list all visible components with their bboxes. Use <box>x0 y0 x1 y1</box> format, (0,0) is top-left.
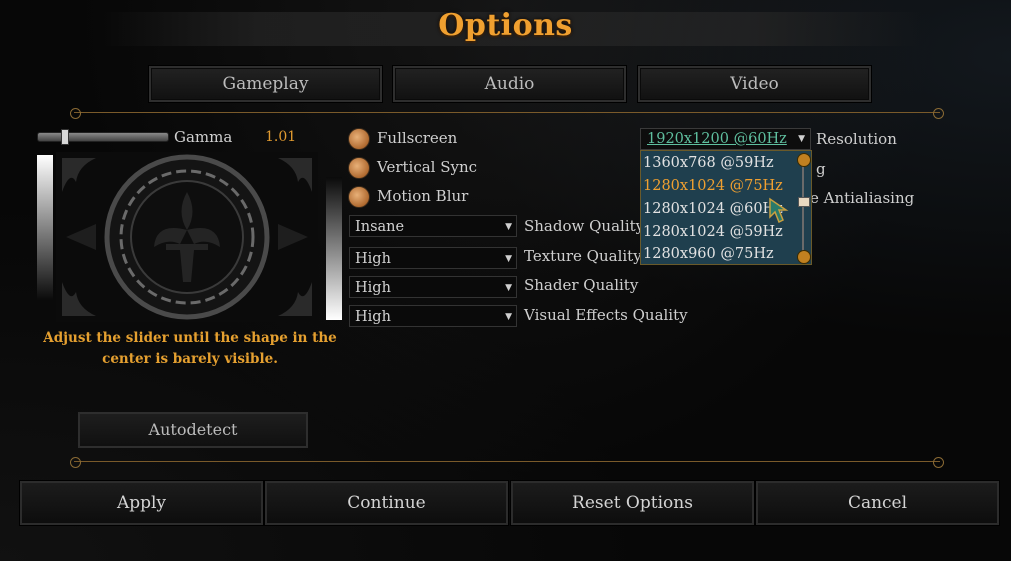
shader-quality-label: Shader Quality <box>524 276 639 294</box>
tab-video[interactable]: Video <box>637 65 872 103</box>
texture-quality-label: Texture Quality <box>524 247 642 265</box>
chevron-down-icon: ▼ <box>505 254 512 264</box>
resolution-label: Resolution <box>816 130 897 148</box>
gamma-help-text: Adjust the slider until the shape in the… <box>43 330 337 367</box>
shadow-quality-label: Shadow Quality <box>524 217 645 235</box>
cancel-button[interactable]: Cancel <box>755 480 1000 526</box>
gamma-slider-handle[interactable] <box>61 129 69 145</box>
shadow-quality-value: Insane <box>355 219 405 235</box>
gamma-gray-ramp-left <box>37 155 53 300</box>
shadow-quality-select[interactable]: Insane ▼ <box>349 215 517 237</box>
gamma-value: 1.01 <box>265 129 297 145</box>
visual-effects-quality-select[interactable]: High ▼ <box>349 305 517 327</box>
resolution-selected-value: 1920x1200 @60Hz <box>647 131 787 147</box>
page-title: Options <box>438 8 573 43</box>
pointer-cursor-icon <box>769 197 789 224</box>
vertical-sync-label: Vertical Sync <box>377 158 478 176</box>
antialiasing-label: e Antialiasing <box>810 189 915 207</box>
tab-audio[interactable]: Audio <box>392 65 627 103</box>
fullscreen-radio[interactable] <box>348 128 370 150</box>
gamma-slider-track <box>37 132 169 142</box>
visual-effects-quality-label: Visual Effects Quality <box>524 306 688 324</box>
chevron-down-icon: ▼ <box>505 222 512 232</box>
autodetect-button[interactable]: Autodetect <box>78 412 308 448</box>
chevron-down-icon: ▼ <box>505 312 512 322</box>
scroll-up-icon[interactable] <box>797 153 811 167</box>
scrollbar-rail <box>802 157 804 259</box>
apply-button[interactable]: Apply <box>19 480 264 526</box>
continue-button[interactable]: Continue <box>264 480 509 526</box>
visual-effects-quality-value: High <box>355 309 391 325</box>
bottom-divider <box>70 457 944 468</box>
texture-quality-value: High <box>355 251 391 267</box>
motion-blur-label: Motion Blur <box>377 187 469 205</box>
hidden-option-label: g <box>816 160 826 178</box>
gamma-label: Gamma <box>174 128 233 146</box>
texture-quality-select[interactable]: High ▼ <box>349 247 517 269</box>
scrollbar-thumb[interactable] <box>798 197 810 207</box>
fleur-de-lis-icon <box>56 152 318 322</box>
scroll-down-icon[interactable] <box>797 250 811 264</box>
resolution-option[interactable]: 1360x768 @59Hz <box>643 152 797 174</box>
resolution-select[interactable]: 1920x1200 @60Hz ▼ <box>640 128 811 150</box>
motion-blur-radio[interactable] <box>348 186 370 208</box>
vertical-sync-radio[interactable] <box>348 157 370 179</box>
resolution-option[interactable]: 1280x960 @75Hz <box>643 243 797 265</box>
reset-options-button[interactable]: Reset Options <box>510 480 755 526</box>
fullscreen-label: Fullscreen <box>377 129 458 147</box>
chevron-down-icon: ▼ <box>505 283 512 293</box>
shader-quality-value: High <box>355 280 391 296</box>
top-divider <box>70 108 944 119</box>
tab-gameplay[interactable]: Gameplay <box>148 65 383 103</box>
resolution-list-scrollbar[interactable] <box>797 153 811 264</box>
gamma-slider[interactable] <box>37 128 169 145</box>
resolution-option-highlighted[interactable]: 1280x1024 @75Hz <box>643 175 797 197</box>
shader-quality-select[interactable]: High ▼ <box>349 276 517 298</box>
chevron-down-icon: ▼ <box>798 134 805 144</box>
gamma-gray-ramp-right <box>326 177 342 320</box>
